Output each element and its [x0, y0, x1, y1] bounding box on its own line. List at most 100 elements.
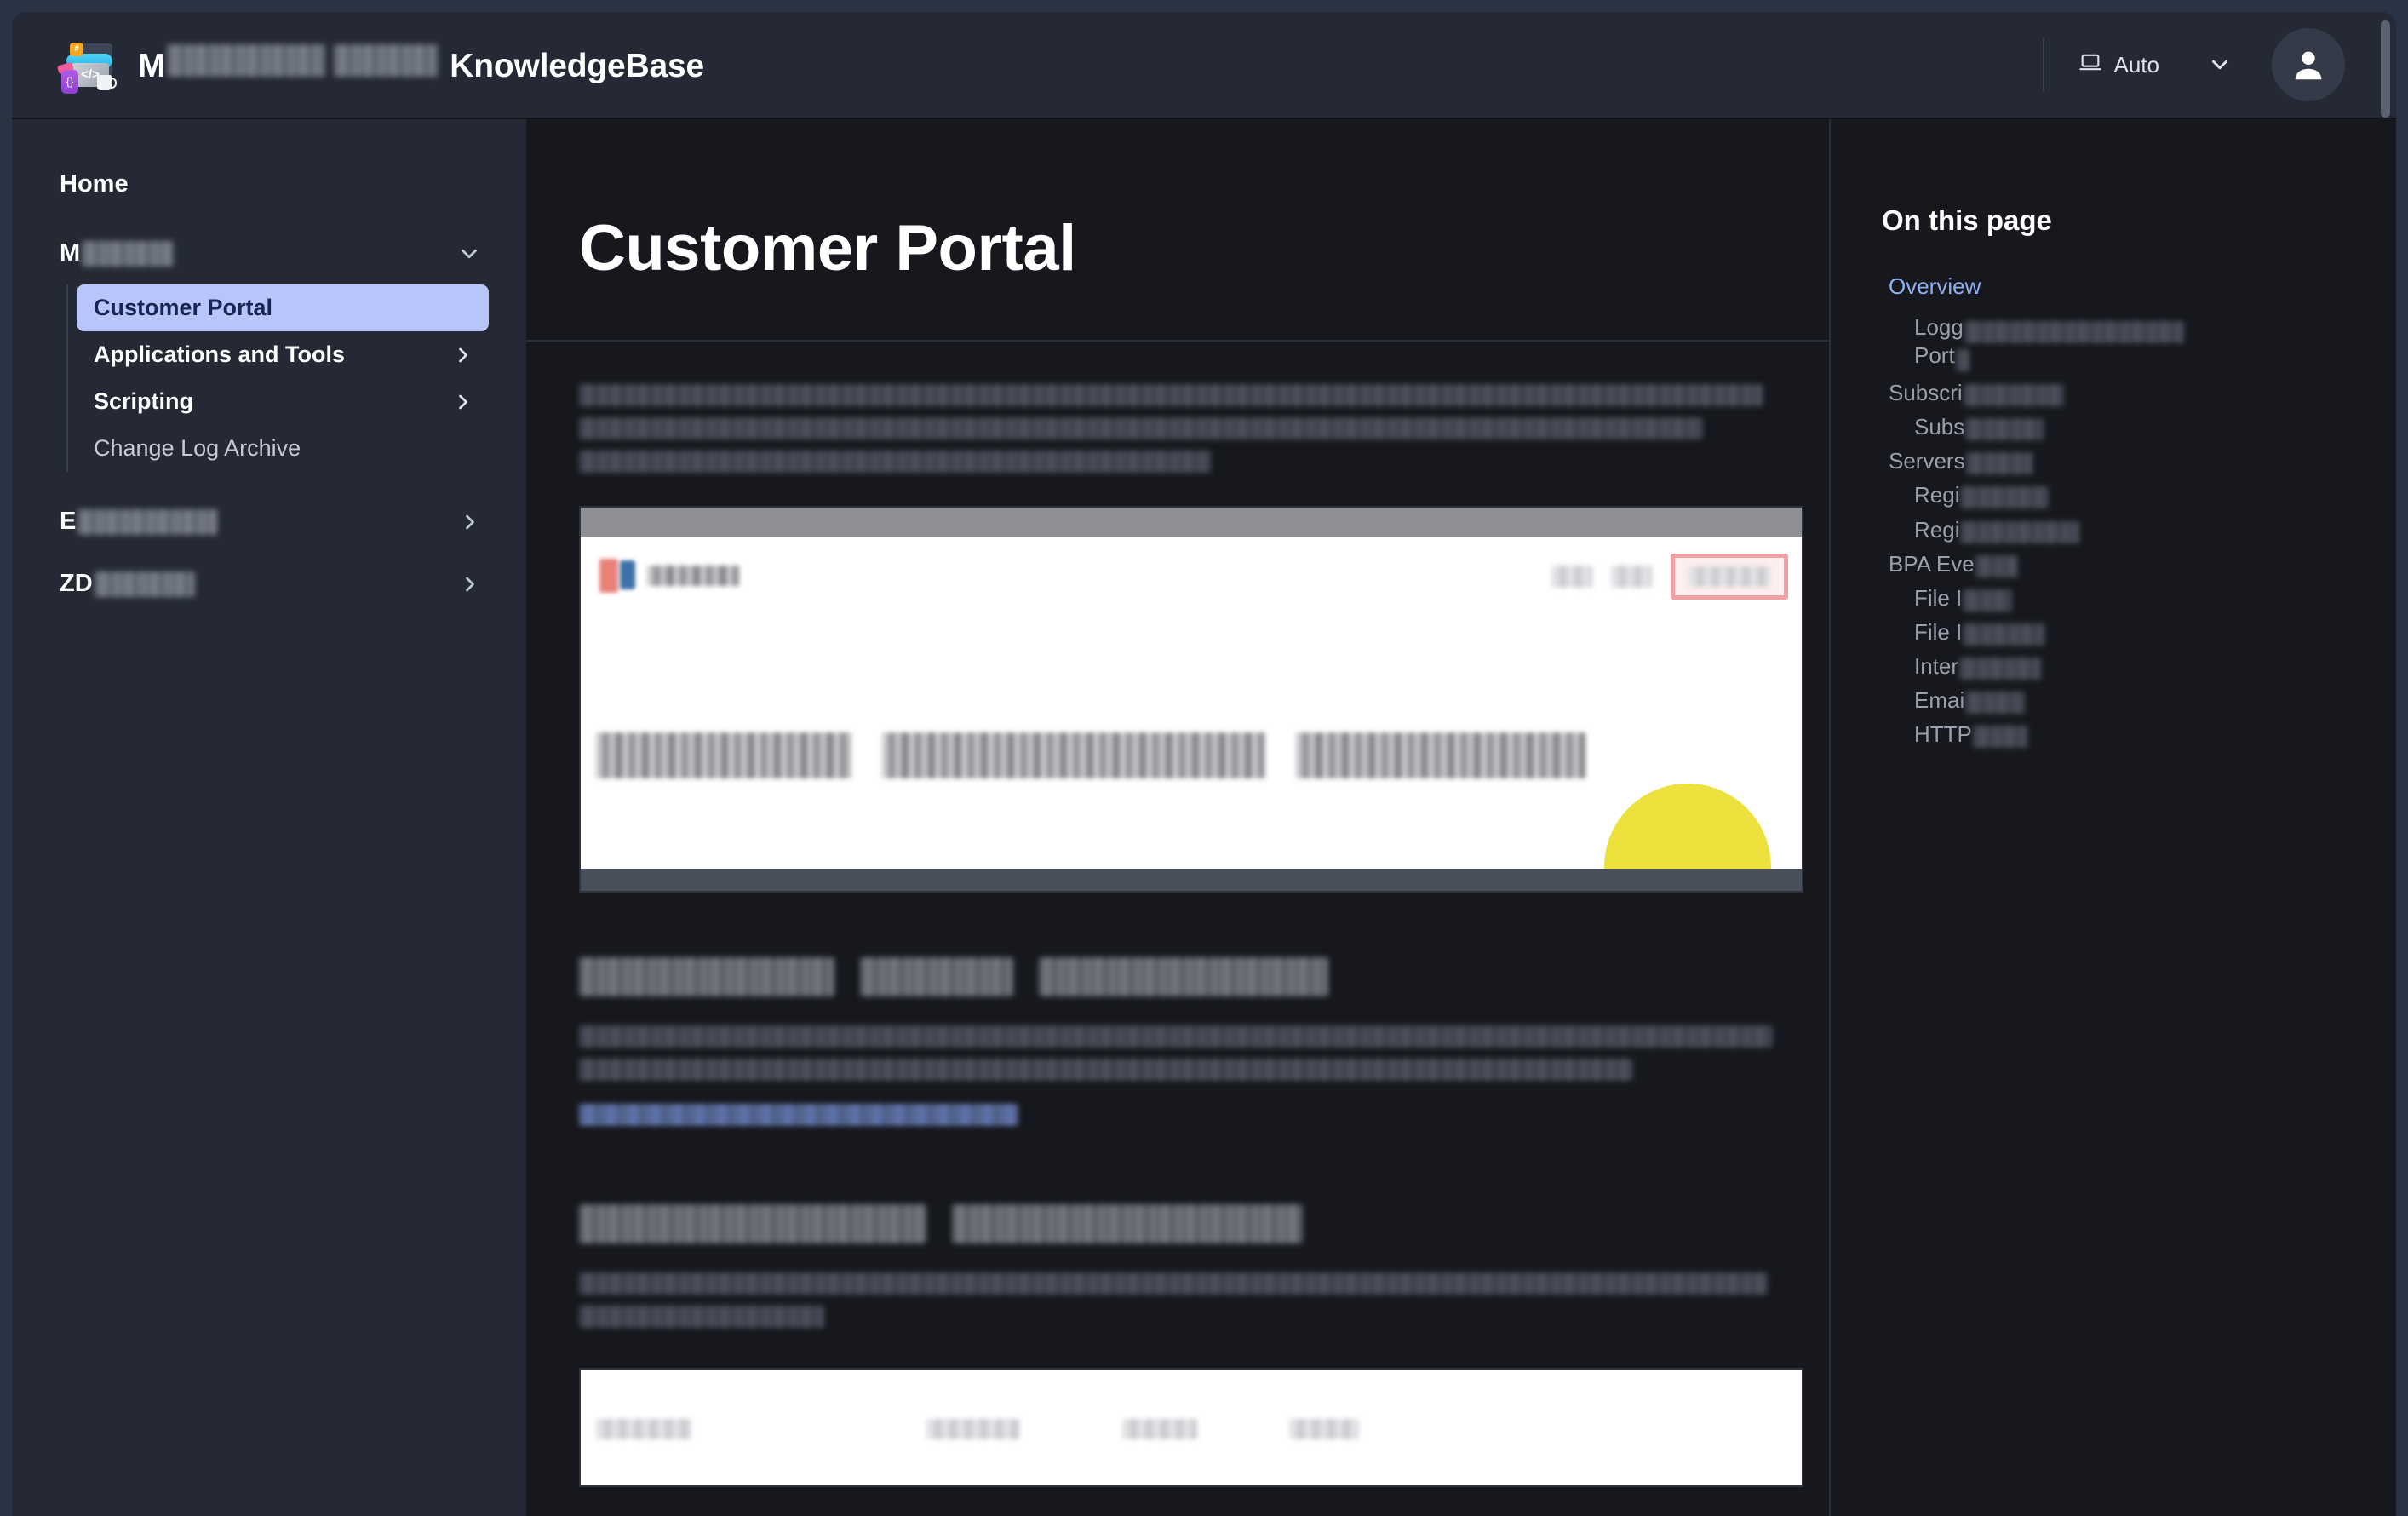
brand-area[interactable]: # </> {} M KnowledgeBase [12, 36, 704, 94]
customer-portal-screenshot [579, 506, 1803, 893]
screenshot-nav-item-2 [1611, 566, 1652, 588]
on-this-page-list: Overview Logg Port Subscri Subs Servers [1882, 274, 2362, 748]
sidebar-group-1-label: M [60, 239, 81, 267]
sidebar-group-3-label: ZD [60, 570, 93, 597]
toc-item-registration-2-label: Regi [1914, 516, 1960, 543]
table-col-1-header [596, 1419, 691, 1439]
screenshot-nav-item-3 [1688, 566, 1770, 587]
screenshot-heading [596, 732, 1585, 778]
chevron-right-icon[interactable] [458, 510, 482, 534]
toc-item-subs-label: Subs [1914, 414, 1965, 440]
toc-item-http-label: HTTP [1914, 721, 1972, 747]
sidebar-item-change-log-archive-label: Change Log Archive [94, 435, 301, 461]
sidebar-group-1-toggle[interactable]: M [56, 234, 489, 273]
toc-item-logging-in-label: Logg [1914, 314, 1964, 341]
toc-item-email-label: Emai [1914, 686, 1965, 713]
table-col-4-header [1289, 1419, 1359, 1439]
screenshot-nav-item-1 [1551, 566, 1592, 588]
section-2-paragraph [574, 1272, 1768, 1339]
on-this-page-panel: On this page Overview Logg Port Subscri … [1829, 119, 2396, 1516]
toc-item-internal[interactable]: Inter [1882, 652, 2362, 680]
chevron-right-icon[interactable] [451, 390, 475, 414]
table-col-3-header [1122, 1419, 1197, 1439]
sidebar-group-3-toggle[interactable]: ZD [56, 565, 489, 603]
toc-item-logging-in[interactable]: Logg Port [1882, 314, 2362, 372]
toc-item-registration-2[interactable]: Regi [1882, 516, 2362, 543]
toc-item-registration-1[interactable]: Regi [1882, 482, 2362, 509]
site-title: M KnowledgeBase [138, 44, 704, 85]
title-divider [526, 340, 1829, 342]
toc-item-servers-label: Servers [1889, 448, 1965, 474]
toc-item-servers[interactable]: Servers [1882, 448, 2362, 475]
sidebar-item-home[interactable]: Home [56, 164, 489, 198]
sidebar-group-2-toggle[interactable]: E [56, 502, 489, 541]
toc-item-http[interactable]: HTTP [1882, 721, 2362, 748]
page-body: Home M Customer Portal Applications and … [12, 119, 2396, 1516]
toc-item-overview-label: Overview [1889, 273, 1981, 299]
section-1-paragraph [574, 1025, 1773, 1092]
toc-item-subscription-label: Subscri [1889, 380, 1963, 406]
header-actions: Auto [2042, 12, 2397, 118]
sidebar-item-customer-portal-label: Customer Portal [94, 295, 273, 320]
sidebar-group-2-redaction [77, 508, 218, 535]
toc-item-file-2[interactable]: File I [1882, 618, 2362, 646]
main-content: Customer Portal [526, 119, 1829, 1516]
top-header: # </> {} M KnowledgeBase Auto [12, 12, 2396, 119]
sidebar-nav: Home M Customer Portal Applications and … [12, 119, 526, 1516]
screenshot-nav-highlighted-button [1671, 554, 1788, 600]
screenshot-bottombar [581, 869, 1802, 891]
sidebar-group-3-redaction [94, 571, 195, 597]
intro-paragraph [574, 384, 1763, 484]
sidebar-group-2: E [56, 502, 489, 541]
toc-item-overview[interactable]: Overview [1882, 274, 2362, 298]
sidebar-item-home-label: Home [60, 170, 129, 198]
chevron-down-icon[interactable] [2207, 52, 2233, 78]
screenshot-nav [1551, 554, 1788, 600]
toc-item-subscription[interactable]: Subscri [1882, 380, 2362, 407]
section-1-link[interactable] [574, 1104, 1747, 1126]
toc-item-registration-1-label: Regi [1914, 482, 1960, 508]
toc-item-subs[interactable]: Subs [1882, 414, 2362, 441]
theme-label: Auto [2113, 51, 2160, 78]
knowledge-base-code-logo-icon: # </> {} [56, 36, 117, 94]
sidebar-item-applications-and-tools-label: Applications and Tools [94, 342, 346, 367]
app-window: # </> {} M KnowledgeBase Auto Home M Cus… [12, 12, 2396, 1516]
site-title-redaction-2 [334, 44, 439, 77]
sidebar-group-1-redaction [82, 240, 175, 267]
header-divider [2042, 38, 2044, 91]
site-title-suffix: KnowledgeBase [450, 48, 704, 84]
chevron-right-icon[interactable] [451, 343, 475, 367]
avatar[interactable] [2272, 28, 2345, 101]
screenshot-logo-icon [599, 555, 640, 596]
screenshot-logo-text [647, 566, 739, 586]
toc-item-file-1-label: File I [1914, 584, 1963, 611]
section-2-heading [574, 1204, 1747, 1243]
toc-item-bpa-events-label: BPA Eve [1889, 550, 1975, 577]
sidebar-item-scripting[interactable]: Scripting [77, 378, 489, 425]
subscription-table-screenshot [579, 1368, 1803, 1487]
page-title: Customer Portal [579, 212, 1076, 284]
screenshot-topbar [581, 508, 1802, 537]
sidebar-group-1-children: Customer Portal Applications and Tools S… [66, 284, 489, 472]
sidebar-group-3: ZD [56, 565, 489, 603]
toc-item-internal-label: Inter [1914, 652, 1959, 679]
toc-item-file-1[interactable]: File I [1882, 584, 2362, 612]
section-1-heading [574, 957, 1747, 996]
table-col-2-header [926, 1419, 1020, 1439]
sidebar-item-customer-portal[interactable]: Customer Portal [77, 284, 489, 331]
sidebar-group-1: M Customer Portal Applications and Tools [56, 234, 489, 472]
toc-item-email[interactable]: Emai [1882, 686, 2362, 714]
on-this-page-title: On this page [1882, 204, 2052, 236]
site-title-prefix: M [138, 48, 166, 84]
theme-selector[interactable]: Auto [2073, 42, 2239, 89]
chevron-right-icon[interactable] [458, 572, 482, 596]
sidebar-item-change-log-archive[interactable]: Change Log Archive [77, 425, 489, 472]
chevron-down-icon[interactable] [456, 241, 482, 267]
toc-item-bpa-events[interactable]: BPA Eve [1882, 550, 2362, 577]
vertical-scrollbar[interactable] [2381, 20, 2390, 118]
sidebar-group-2-label: E [60, 508, 77, 535]
sidebar-item-applications-and-tools[interactable]: Applications and Tools [77, 331, 489, 378]
sidebar-item-scripting-label: Scripting [94, 388, 194, 414]
toc-item-file-2-label: File I [1914, 618, 1963, 645]
laptop-icon [2078, 50, 2102, 80]
